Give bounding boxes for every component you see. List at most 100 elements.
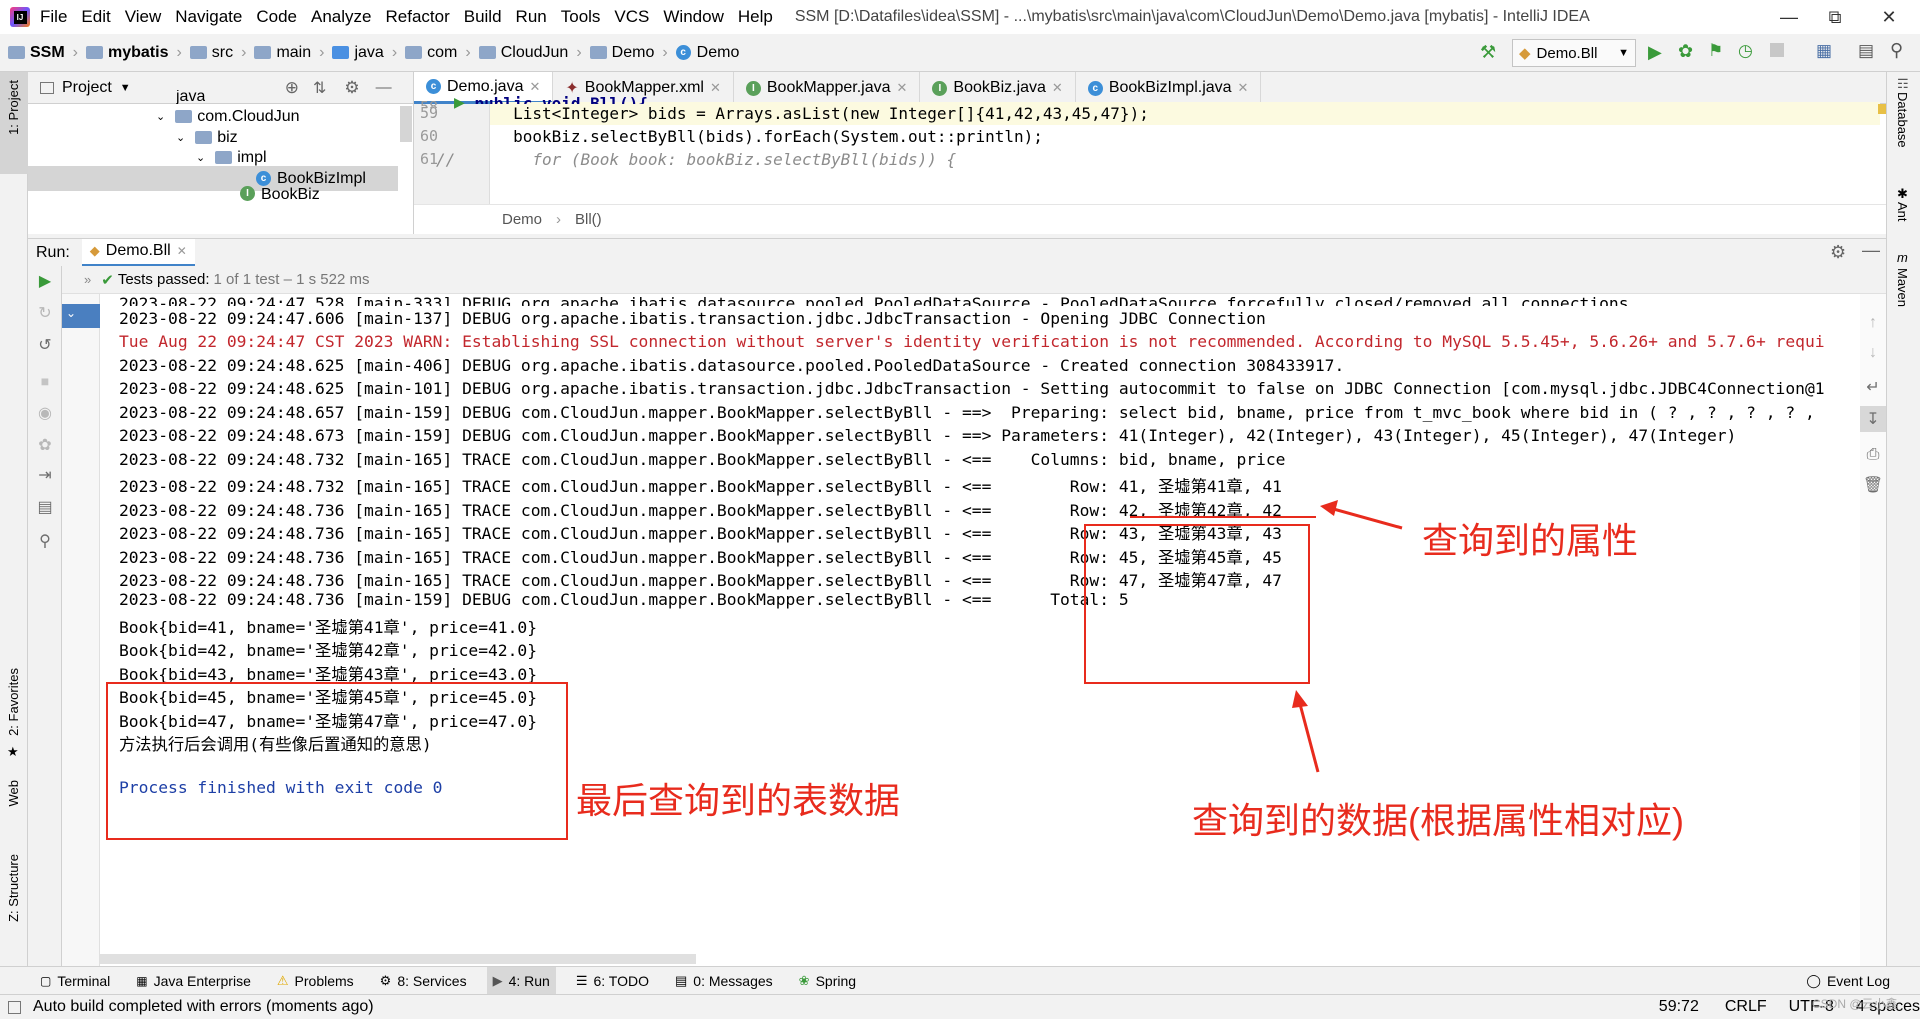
caret-position[interactable]: 59:72 <box>1659 998 1699 1016</box>
tree-item-bookbiz[interactable]: I BookBiz <box>240 186 320 202</box>
gear-icon[interactable]: ⚙ <box>344 78 359 98</box>
tab-bookmapper-java[interactable]: I BookMapper.java ✕ <box>734 72 921 104</box>
run-button[interactable]: ▶ <box>1648 42 1662 63</box>
terminal-tool-button[interactable]: ▢ Terminal <box>34 967 116 995</box>
stop-button[interactable]: ■ <box>32 368 58 394</box>
exit-icon[interactable]: ⇥ <box>32 462 58 488</box>
run-config-dropdown[interactable]: ◆ Demo.Bll ▼ <box>1512 39 1636 67</box>
menu-tools[interactable]: Tools <box>561 7 601 27</box>
problems-tool-button[interactable]: ⚠ Problems <box>271 967 360 995</box>
rerun-button[interactable]: ▶ <box>32 268 58 294</box>
close-icon[interactable]: ✕ <box>710 80 721 96</box>
layout-icon[interactable]: ▤ <box>1858 41 1874 61</box>
trash-icon[interactable]: 🗑 <box>1860 472 1886 498</box>
project-structure-icon[interactable]: ▦ <box>1816 41 1832 61</box>
tree-item-bookbizimpl[interactable]: c BookBizImpl <box>28 166 398 191</box>
menu-help[interactable]: Help <box>738 7 773 27</box>
soft-wrap-icon[interactable]: ↵ <box>1860 374 1886 400</box>
database-tool-button[interactable]: Database <box>1895 92 1910 148</box>
menu-window[interactable]: Window <box>663 7 723 27</box>
tree-item-java[interactable]: java <box>176 90 205 104</box>
crumb-com[interactable]: com › <box>405 44 471 62</box>
status-message[interactable]: Auto build completed with errors (moment… <box>33 998 374 1016</box>
crumb-src[interactable]: src › <box>189 44 246 62</box>
services-tool-button[interactable]: ⚙ 8: Services <box>374 967 473 995</box>
crumb-demo-class[interactable]: c Demo <box>675 44 739 62</box>
expand-icon[interactable]: » <box>84 272 91 287</box>
menu-code[interactable]: Code <box>256 7 297 27</box>
web-tool-button[interactable]: Web <box>6 780 21 807</box>
menu-build[interactable]: Build <box>464 7 502 27</box>
down-arrow-icon[interactable]: ↓ <box>1860 340 1886 366</box>
menu-file[interactable]: File <box>40 7 67 27</box>
crumb-java[interactable]: java › <box>332 44 397 62</box>
menu-refactor[interactable]: Refactor <box>385 7 449 27</box>
ant-tool-button[interactable]: Ant <box>1895 202 1910 222</box>
gear-icon[interactable]: ⚙ <box>1830 242 1846 263</box>
line-separator[interactable]: CRLF <box>1725 998 1767 1016</box>
console-output[interactable]: 2023-08-22 09:24:47.528 [main-333] DEBUG… <box>100 294 1860 966</box>
coverage-button[interactable]: ⚑ <box>1708 41 1723 61</box>
close-icon[interactable]: ✕ <box>897 80 908 96</box>
project-view-selector[interactable]: Project <box>62 79 112 97</box>
project-scrollbar[interactable] <box>400 106 412 142</box>
structure-tool-button[interactable]: Z: Structure <box>6 854 21 922</box>
profile-button[interactable]: ◷ <box>1738 41 1753 61</box>
pin-icon[interactable]: ⚲ <box>32 528 58 554</box>
up-arrow-icon[interactable]: ↑ <box>1860 310 1886 336</box>
todo-tool-button[interactable]: ☰ 6: TODO <box>570 967 655 995</box>
toggle-auto-test-button[interactable]: ↺ <box>32 332 58 358</box>
breadcrumb-class[interactable]: Demo <box>502 211 542 228</box>
hide-panel-icon[interactable]: — <box>376 79 392 97</box>
menu-edit[interactable]: Edit <box>81 7 110 27</box>
spring-tool-button[interactable]: ❀ Spring <box>793 967 862 995</box>
minimize-button[interactable]: — <box>1766 0 1812 34</box>
code-editor[interactable]: 58 59 60 61 ▶ public void Bll(){ List<In… <box>414 94 1886 204</box>
test-tree-selected-row[interactable]: ⌄ <box>62 304 100 328</box>
crumb-cloudjun[interactable]: CloudJun › <box>478 44 582 62</box>
console-horizontal-scrollbar[interactable] <box>100 954 696 964</box>
run-tab-demo-bll[interactable]: ◆ Demo.Bll ✕ <box>81 238 195 267</box>
crumb-mybatis[interactable]: mybatis › <box>86 44 182 62</box>
collapse-all-icon[interactable]: ⇅ <box>313 78 326 98</box>
debug-button[interactable]: ✿ <box>1678 41 1693 62</box>
java-enterprise-tool-button[interactable]: ▦ Java Enterprise <box>130 967 257 995</box>
run-tool-button[interactable]: ▶ 4: Run <box>486 966 556 995</box>
search-icon[interactable]: ⚲ <box>1890 40 1903 61</box>
locate-icon[interactable]: ⊕ <box>285 78 299 98</box>
breadcrumb-method[interactable]: Bll() <box>575 211 602 228</box>
close-icon[interactable]: ✕ <box>1238 80 1249 96</box>
project-tool-button[interactable]: 1: Project <box>0 72 28 174</box>
tab-bookbiz-java[interactable]: I BookBiz.java ✕ <box>920 72 1076 104</box>
menu-analyze[interactable]: Analyze <box>311 7 371 27</box>
hide-panel-icon[interactable]: — <box>1862 240 1880 261</box>
menu-view[interactable]: View <box>125 7 162 27</box>
stop-button[interactable] <box>1770 43 1784 57</box>
event-log-button[interactable]: ◯ Event Log <box>1800 967 1896 995</box>
crumb-ssm[interactable]: SSM › <box>8 44 78 62</box>
favorites-tool-button[interactable]: 2: Favorites <box>6 668 21 736</box>
print-icon[interactable]: ⎙ <box>1860 442 1886 468</box>
crumb-main[interactable]: main › <box>254 44 324 62</box>
messages-tool-button[interactable]: ▤ 0: Messages <box>669 967 779 995</box>
menu-run[interactable]: Run <box>516 7 547 27</box>
maven-tool-button[interactable]: Maven <box>1895 268 1910 307</box>
menu-navigate[interactable]: Navigate <box>175 7 242 27</box>
tab-bookbizimpl-java[interactable]: c BookBizImpl.java ✕ <box>1076 72 1262 104</box>
status-bar-toggle-icon[interactable] <box>8 1000 21 1014</box>
restore-button[interactable]: ⧉ <box>1812 0 1858 34</box>
warning-marker-icon[interactable] <box>1878 104 1886 114</box>
crumb-demo-package[interactable]: Demo › <box>589 44 668 62</box>
chevron-down-icon[interactable]: ▼ <box>120 82 131 94</box>
close-icon[interactable]: ✕ <box>1052 80 1063 96</box>
layout-icon[interactable]: ▤ <box>32 494 58 520</box>
debug-icon[interactable]: ✿ <box>32 432 58 458</box>
close-window-button[interactable]: ✕ <box>1866 0 1912 34</box>
build-hammer-icon[interactable]: ⚒ <box>1480 42 1496 63</box>
test-tree-column[interactable]: ⌄ <box>62 294 100 966</box>
rerun-failed-button[interactable]: ↻ <box>32 300 58 326</box>
menu-vcs[interactable]: VCS <box>614 7 649 27</box>
camera-icon[interactable]: ◉ <box>32 400 58 426</box>
close-icon[interactable]: ✕ <box>177 244 187 258</box>
close-icon[interactable]: ✕ <box>529 79 540 95</box>
